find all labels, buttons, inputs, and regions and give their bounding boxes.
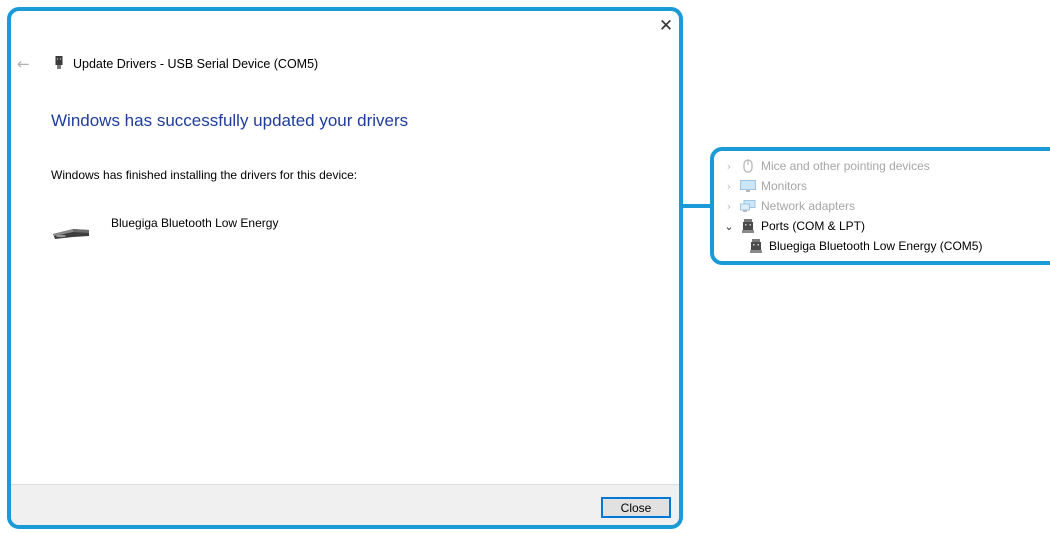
update-drivers-dialog: ✕ ← Update Drivers - USB Serial Device (… xyxy=(7,7,683,529)
tree-item-network-adapters[interactable]: › Network adapters xyxy=(722,197,855,215)
close-icon[interactable]: ✕ xyxy=(657,17,675,35)
tree-item-label: Network adapters xyxy=(761,199,856,213)
chevron-right-icon[interactable]: › xyxy=(722,160,736,173)
monitor-icon xyxy=(740,179,756,193)
chevron-down-icon[interactable]: ⌄ xyxy=(722,220,736,233)
dialog-footer: Close xyxy=(11,484,679,525)
tree-item-bluegiga-com5[interactable]: Bluegiga Bluetooth Low Energy (COM5) xyxy=(744,237,982,255)
usb-device-icon xyxy=(55,56,63,69)
device-name: Bluegiga Bluetooth Low Energy xyxy=(111,216,279,230)
tree-item-monitors[interactable]: › Monitors xyxy=(722,177,807,195)
port-icon xyxy=(748,239,764,253)
tree-item-label: Ports (COM & LPT) xyxy=(761,219,866,233)
network-adapter-icon xyxy=(740,199,756,213)
chevron-right-icon[interactable]: › xyxy=(722,200,736,213)
dialog-title: Update Drivers - USB Serial Device (COM5… xyxy=(73,57,319,71)
finished-installing-text: Windows has finished installing the driv… xyxy=(51,168,358,182)
callout-connector xyxy=(683,204,712,208)
chevron-right-icon[interactable]: › xyxy=(722,180,736,193)
tree-item-ports[interactable]: ⌄ Ports (COM & LPT) xyxy=(722,217,865,235)
usb-dongle-icon xyxy=(53,229,89,239)
back-arrow-icon[interactable]: ← xyxy=(17,55,30,73)
tree-item-label: Bluegiga Bluetooth Low Energy (COM5) xyxy=(769,239,983,253)
mouse-icon xyxy=(740,159,756,173)
tree-item-mice[interactable]: › Mice and other pointing devices xyxy=(722,157,930,175)
success-heading: Windows has successfully updated your dr… xyxy=(51,111,409,130)
port-icon xyxy=(740,219,756,233)
tree-item-label: Mice and other pointing devices xyxy=(761,159,930,173)
tree-item-label: Monitors xyxy=(761,179,808,193)
device-manager-excerpt: › Mice and other pointing devices › Moni… xyxy=(710,147,1050,265)
close-button[interactable]: Close xyxy=(601,497,671,518)
